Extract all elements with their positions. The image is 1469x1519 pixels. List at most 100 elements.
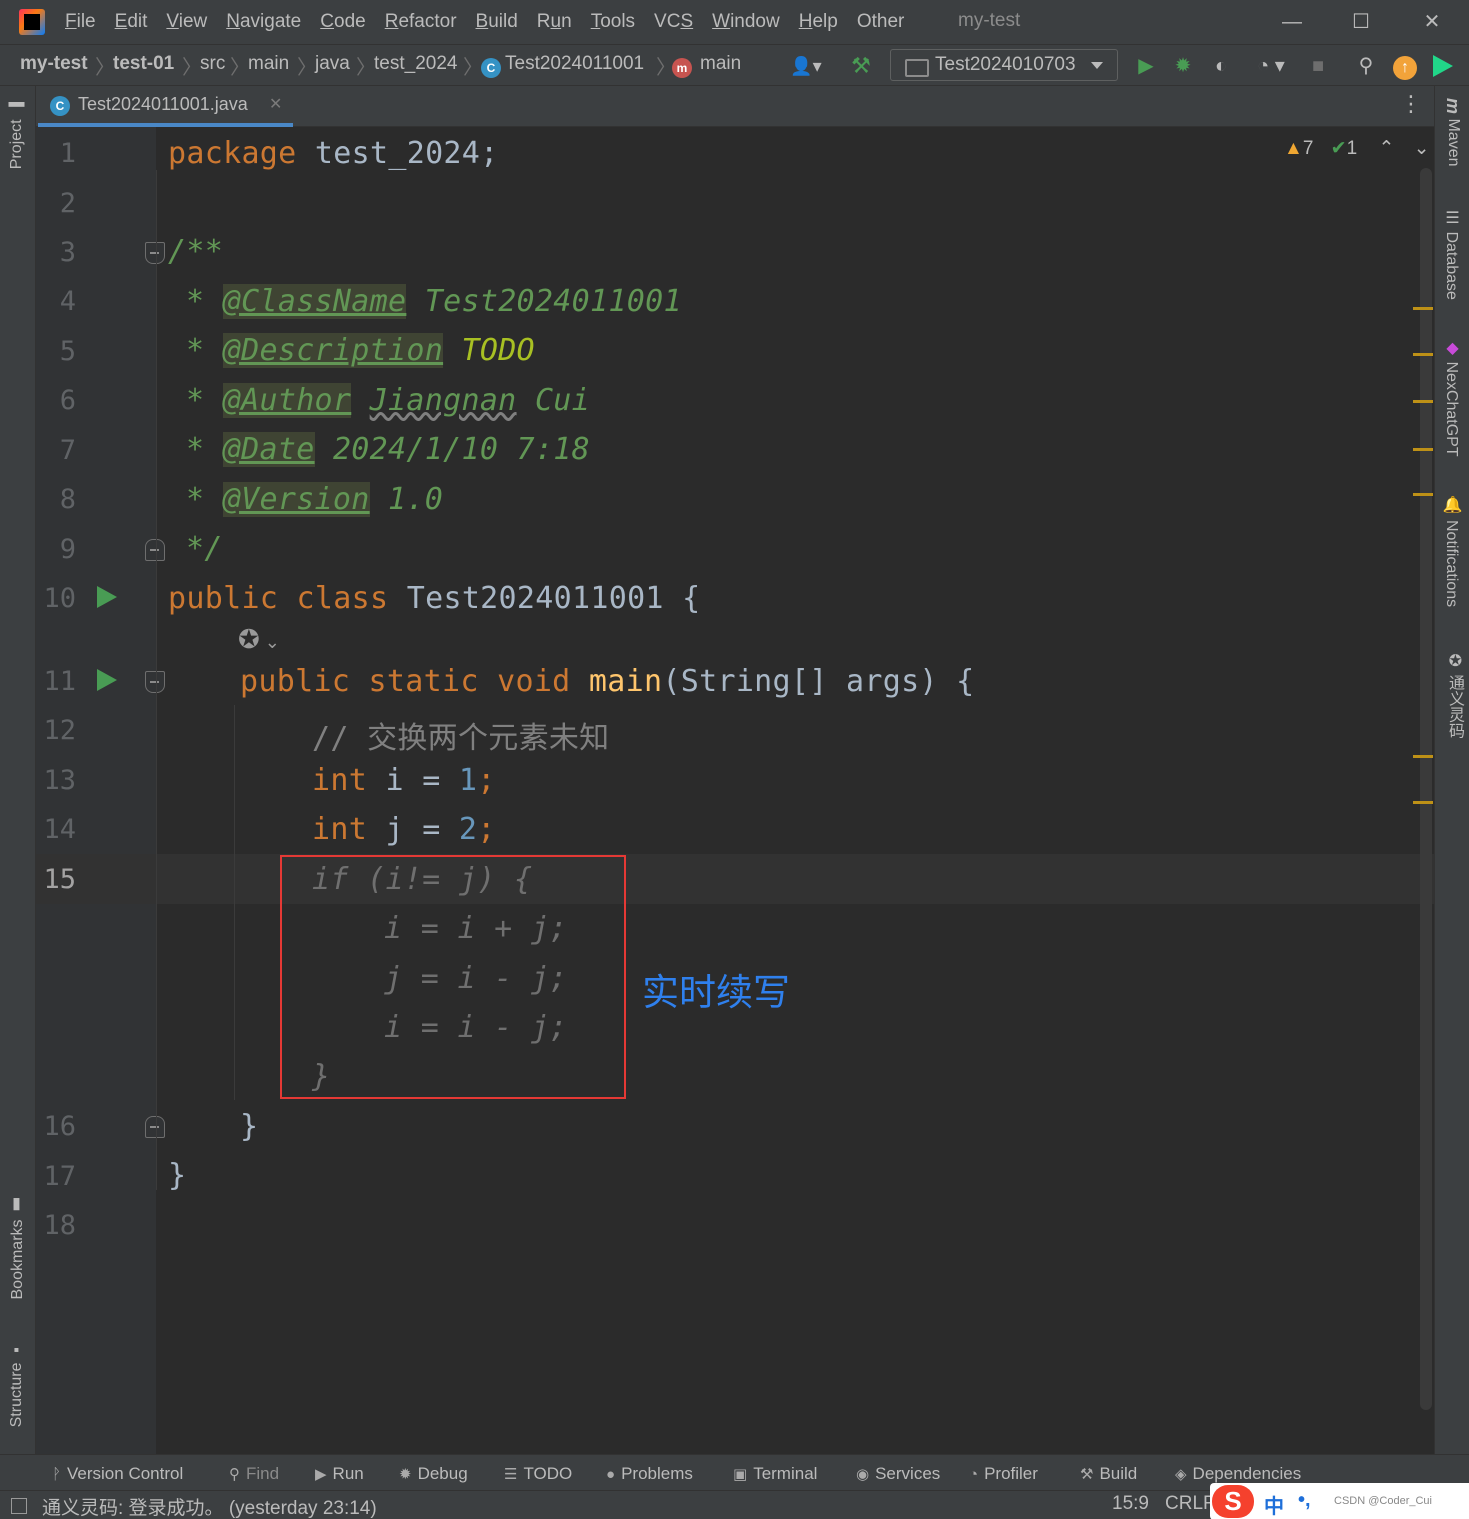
menu-item[interactable]: Other: [857, 11, 905, 33]
breadcrumb-src[interactable]: src: [200, 53, 225, 75]
current-line-highlight: [36, 854, 1434, 904]
menu-item[interactable]: Run: [537, 11, 572, 33]
annotation-label: 实时续写: [642, 972, 790, 1013]
warning-stripe[interactable]: [1413, 755, 1433, 758]
code-line-10: public class Test2024011001 {: [168, 581, 701, 616]
breadcrumb-java[interactable]: java: [315, 53, 350, 75]
navigation-bar: my-test 〉 test-01 〉 src 〉 main 〉 java 〉 …: [0, 44, 1469, 86]
indent-guide: [156, 170, 157, 1190]
plugin-icon[interactable]: [1430, 53, 1456, 79]
ai-assistant-inlay-icon[interactable]: ✪ ⌄: [238, 624, 280, 655]
menu-item[interactable]: Window: [712, 11, 780, 33]
breadcrumb-module[interactable]: test-01: [113, 53, 174, 75]
ime-mode-label[interactable]: 中: [1264, 1490, 1284, 1519]
debug-tab[interactable]: ✹ Debug: [399, 1464, 468, 1484]
class-icon: C: [481, 58, 501, 78]
breadcrumb-project[interactable]: my-test: [20, 53, 88, 75]
menu-item[interactable]: Edit: [115, 11, 148, 33]
tongyi-tool-tab[interactable]: ✪ 通义灵码: [1442, 651, 1466, 738]
menu-item[interactable]: Tools: [591, 11, 635, 33]
more-vertical-icon[interactable]: ⋮: [1400, 93, 1422, 115]
build-tab[interactable]: ⚒ Build: [1080, 1464, 1137, 1484]
profiler-tab[interactable]: ◔ Profiler: [969, 1464, 1038, 1484]
menu-item[interactable]: Help: [799, 11, 838, 33]
run-icon: ▶: [315, 1466, 327, 1483]
bookmarks-tool-tab[interactable]: Bookmarks ▮: [8, 1196, 27, 1299]
menu-item[interactable]: VCS: [654, 11, 693, 33]
warning-stripe[interactable]: [1413, 400, 1433, 403]
ime-toolbar[interactable]: S 中 •, CSDN @Coder_Cui: [1210, 1483, 1469, 1519]
minimize-button[interactable]: —: [1278, 8, 1306, 36]
build-hammer-icon[interactable]: ⚒: [848, 53, 874, 79]
editor-tab-active[interactable]: C Test2024011001.java ✕: [38, 86, 293, 127]
menu-item[interactable]: Build: [476, 11, 518, 33]
run-icon[interactable]: ▶: [1133, 53, 1159, 79]
sogou-logo-icon[interactable]: S: [1212, 1485, 1254, 1518]
notifications-tool-tab[interactable]: 🔔 Notifications: [1442, 496, 1461, 607]
search-icon[interactable]: ⚲: [1353, 53, 1379, 79]
code-line-7: * @Date 2024/1/10 7:18: [186, 432, 590, 467]
run-tab[interactable]: ▶ Run: [315, 1464, 364, 1484]
run-configuration-select[interactable]: Test2024010703: [890, 49, 1118, 81]
run-main-gutter-icon[interactable]: [97, 669, 117, 691]
structure-tool-tab[interactable]: Structure ▪: [8, 1341, 26, 1427]
line-number: 10: [43, 583, 76, 614]
breadcrumb-package[interactable]: test_2024: [374, 53, 457, 75]
project-tool-tab[interactable]: Project ▬: [8, 98, 26, 169]
close-window-button[interactable]: ✕: [1418, 8, 1446, 36]
update-icon[interactable]: ↑: [1392, 53, 1418, 80]
code-line-1: package test_2024;: [168, 136, 499, 171]
line-number: 7: [59, 435, 76, 466]
menu-item[interactable]: Code: [320, 11, 365, 33]
database-tool-tab[interactable]: ☰ Database: [1442, 208, 1461, 300]
warning-stripe[interactable]: [1413, 801, 1433, 804]
watermark-text: CSDN @Coder_Cui: [1334, 1495, 1432, 1507]
stop-icon[interactable]: ■: [1305, 53, 1331, 79]
warning-stripe[interactable]: [1413, 307, 1433, 310]
fold-icon[interactable]: [145, 539, 165, 561]
breadcrumb-method[interactable]: m main: [672, 53, 741, 78]
code-line-12: // 交换两个元素未知: [312, 721, 610, 756]
punctuation-icon[interactable]: •,: [1298, 1489, 1311, 1512]
line-separator[interactable]: CRLF: [1165, 1493, 1215, 1515]
maximize-button[interactable]: ☐: [1347, 8, 1375, 36]
fold-icon[interactable]: [145, 1116, 165, 1138]
window-title: my-test: [958, 10, 1021, 31]
problems-icon: ●: [606, 1466, 616, 1483]
status-message[interactable]: 通义灵码: 登录成功。 (yesterday 23:14): [42, 1493, 377, 1519]
menu-item[interactable]: View: [166, 11, 207, 33]
breadcrumb-main[interactable]: main: [248, 53, 289, 75]
user-account-icon[interactable]: 👤▾: [786, 53, 826, 79]
menu-item[interactable]: Navigate: [226, 11, 301, 33]
find-tab[interactable]: ⚲ Find: [229, 1464, 279, 1484]
dependencies-tab[interactable]: ◈ Dependencies: [1175, 1464, 1301, 1484]
todo-tab[interactable]: ☰ TODO: [504, 1464, 572, 1484]
menu-item[interactable]: Refactor: [385, 11, 457, 33]
chevron-up-icon[interactable]: ⌃: [1378, 138, 1394, 159]
maven-tool-tab[interactable]: m Maven: [1442, 98, 1463, 167]
warning-stripe[interactable]: [1413, 353, 1433, 356]
warning-stripe[interactable]: [1413, 493, 1433, 496]
hammer-icon: ⚒: [1080, 1466, 1094, 1483]
terminal-tab[interactable]: ▣ Terminal: [733, 1464, 817, 1484]
nexchatgpt-tool-tab[interactable]: ◆ NexChatGPT: [1442, 338, 1461, 457]
close-tab-icon[interactable]: ✕: [269, 94, 282, 114]
chevron-down-icon[interactable]: ⌄: [1414, 138, 1430, 159]
fold-icon[interactable]: [145, 242, 165, 264]
breadcrumb-class[interactable]: C Test2024011001: [481, 53, 644, 78]
intellij-logo-icon[interactable]: [19, 9, 45, 35]
menu-item[interactable]: File: [65, 11, 96, 33]
debug-icon[interactable]: ✹: [1170, 53, 1196, 79]
fold-icon[interactable]: [145, 671, 165, 693]
services-tab[interactable]: ◉ Services: [856, 1464, 940, 1484]
run-class-gutter-icon[interactable]: [97, 586, 117, 608]
toggle-tool-windows-icon[interactable]: [11, 1498, 27, 1514]
version-control-tab[interactable]: ᚹ Version Control: [52, 1464, 183, 1484]
inspection-widget[interactable]: ▲7 ✔1 ⌃ ⌄: [1284, 137, 1430, 160]
coverage-icon[interactable]: ◐: [1208, 53, 1234, 79]
problems-tab[interactable]: ● Problems: [606, 1464, 693, 1484]
profile-icon[interactable]: ◔ ▾: [1246, 53, 1296, 79]
line-number: 9: [59, 534, 76, 565]
warning-stripe[interactable]: [1413, 448, 1433, 451]
caret-position[interactable]: 15:9: [1112, 1493, 1149, 1515]
